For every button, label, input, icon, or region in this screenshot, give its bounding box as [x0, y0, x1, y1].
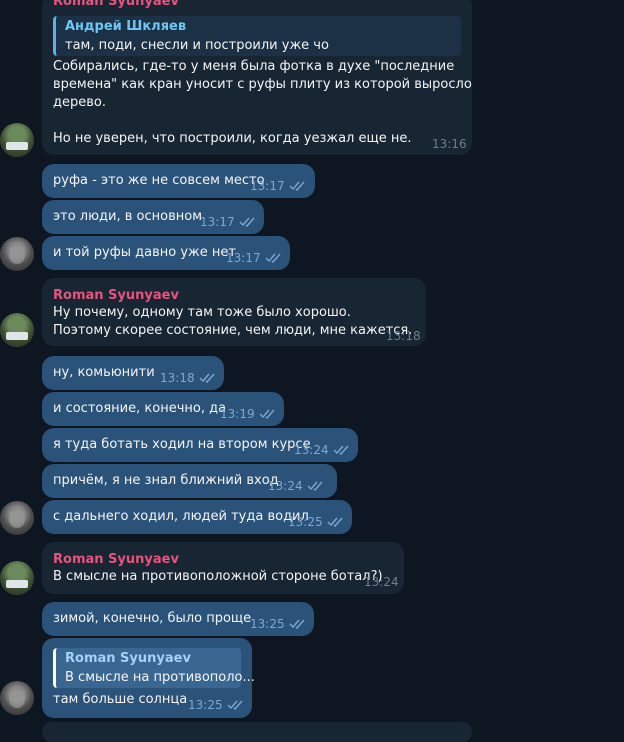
message-bubble[interactable]: Roman Syunyaev В смысле на противополо..…	[42, 638, 255, 718]
double-check-icon	[239, 217, 255, 227]
message-line: дерево.	[53, 95, 106, 110]
message-bubble[interactable]: зимой, конечно, было проще 13:25	[42, 602, 314, 636]
message-bubble[interactable]: Roman Syunyaev Ну почему, одному там тож…	[42, 278, 426, 346]
message-text: руфа - это же не совсем место	[53, 173, 265, 188]
message-text: там больше солнца	[53, 692, 188, 707]
reply-quote[interactable]: Roman Syunyaev В смысле на противополо..…	[53, 648, 255, 688]
message-time: 13:25	[250, 617, 285, 631]
message-bubble[interactable]: я туда ботать ходил на втором курсе 13:2…	[42, 428, 358, 462]
message-text: я туда ботать ходил на втором курсе	[53, 437, 311, 452]
double-check-icon	[327, 517, 343, 527]
message-time: 13:17	[226, 251, 261, 265]
message-bubble[interactable]: причём, я не знал ближний вход 13:24	[42, 464, 337, 498]
double-check-icon	[265, 253, 281, 263]
avatar-me[interactable]	[0, 681, 34, 715]
message-bubble[interactable]: это люди, в основном 13:17	[42, 200, 264, 234]
double-check-icon	[199, 373, 215, 383]
message-text: зимой, конечно, было проще	[53, 611, 252, 626]
message-text: причём, я не знал ближний вход	[53, 473, 279, 488]
message-time: 13:17	[200, 215, 235, 229]
avatar-roman[interactable]	[0, 561, 34, 595]
message-bubble[interactable]: Roman Syunyaev В смысле на противоположн…	[42, 542, 404, 594]
quote-text: там, поди, снесли и построили уже чо	[65, 38, 329, 53]
message-bubble[interactable]: ну, комьюнити 13:18	[42, 356, 224, 390]
message-bubble[interactable]: Roman Syunyaev Андрей Шкляев там, поди, …	[42, 0, 472, 155]
message-bubble[interactable]: и той руфы давно уже нет 13:17	[42, 236, 290, 270]
sender-name[interactable]: Roman Syunyaev	[53, 552, 179, 567]
quote-author: Roman Syunyaev	[65, 651, 191, 666]
avatar-roman[interactable]	[0, 123, 34, 157]
message-text: ну, комьюнити	[53, 365, 155, 380]
message-line: Поэтому скорее состояние, чем люди, мне …	[53, 323, 413, 338]
message-text: и состояние, конечно, да	[53, 401, 227, 416]
message-time: 13:24	[268, 479, 303, 493]
message-time: 13:25	[188, 698, 223, 712]
message-text: В смысле на противоположной стороне бота…	[53, 569, 383, 584]
message-time: 13:17	[250, 179, 285, 193]
message-time: 13:24	[294, 443, 329, 457]
double-check-icon	[227, 700, 243, 710]
avatar-me[interactable]	[0, 501, 34, 535]
message-line: времена" как кран уносит с руфы плиту из…	[53, 77, 472, 92]
message-line: Но не уверен, что построили, когда уезжа…	[53, 131, 412, 146]
avatar-roman[interactable]	[0, 313, 34, 347]
message-text: это люди, в основном	[53, 209, 203, 224]
message-bubble-partial[interactable]	[42, 722, 472, 742]
reply-quote[interactable]: Андрей Шкляев там, поди, снесли и постро…	[53, 16, 461, 56]
double-check-icon	[259, 409, 275, 419]
message-time: 13:18	[386, 329, 421, 343]
sender-name[interactable]: Roman Syunyaev	[53, 288, 179, 303]
message-text: и той руфы давно уже нет	[53, 245, 236, 260]
message-time: 13:16	[432, 137, 467, 151]
double-check-icon	[289, 181, 305, 191]
double-check-icon	[289, 619, 305, 629]
message-bubble[interactable]: с дальнего ходил, людей туда водил 13:25	[42, 500, 352, 534]
message-line: Ну почему, одному там тоже было хорошо.	[53, 305, 351, 320]
message-line: Собирались, где-то у меня была фотка в д…	[53, 59, 455, 74]
message-bubble[interactable]: руфа - это же не совсем место 13:17	[42, 164, 315, 198]
double-check-icon	[333, 445, 349, 455]
message-text: с дальнего ходил, людей туда водил	[53, 509, 309, 524]
double-check-icon	[307, 481, 323, 491]
message-time: 13:25	[288, 515, 323, 529]
message-time: 13:19	[220, 407, 255, 421]
avatar-me[interactable]	[0, 237, 34, 271]
message-time: 13:18	[160, 371, 195, 385]
sender-name[interactable]: Roman Syunyaev	[53, 0, 179, 9]
quote-text: В смысле на противополо...	[65, 670, 255, 685]
quote-author: Андрей Шкляев	[65, 19, 187, 34]
message-time: 13:24	[364, 575, 399, 589]
message-bubble[interactable]: и состояние, конечно, да 13:19	[42, 392, 284, 426]
